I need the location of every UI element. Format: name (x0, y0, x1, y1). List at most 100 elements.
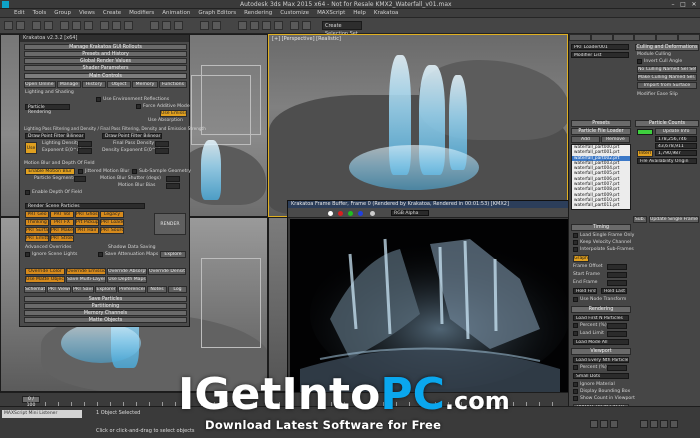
rollout-save-particles[interactable]: Save Particles (24, 296, 187, 302)
selection-set-dropdown[interactable]: Create Selection Set (322, 21, 362, 37)
zoom-icon[interactable] (640, 420, 648, 428)
display-mode-dropdown[interactable]: Small Dots (573, 373, 629, 379)
layer-icon[interactable] (238, 21, 247, 30)
menu-group[interactable]: Group (54, 10, 71, 16)
memory-tab[interactable]: Memory (132, 81, 158, 88)
maximize-icon[interactable]: □ (678, 1, 688, 8)
unlink-icon[interactable] (44, 21, 53, 30)
prt-pickup-button[interactable]: Prt Pickup (75, 219, 99, 226)
interpolate-frames-checkbox[interactable] (573, 247, 578, 252)
force-additive-checkbox[interactable] (136, 104, 141, 109)
file-list[interactable]: waterfall_part000.prt waterfall_part001.… (571, 144, 631, 210)
use-depth-maps-button[interactable]: Use Depth Maps (107, 276, 147, 283)
prt-loader-button[interactable]: PRT Loader (100, 219, 124, 226)
menu-krakatoa[interactable]: Krakatoa (374, 10, 399, 16)
menu-create[interactable]: Create (103, 10, 121, 16)
render-setup-icon[interactable] (290, 21, 299, 30)
explorer-tab[interactable]: Explorer (95, 286, 117, 293)
time-slider[interactable]: 0 / 100 (22, 396, 40, 408)
file-loader-rollout[interactable]: Particle File Loader (571, 128, 631, 135)
prt-geo-button[interactable]: PRT Geo (25, 211, 49, 218)
prt-ghost-button[interactable]: PRT Ghost (75, 211, 99, 218)
display-tab[interactable] (656, 34, 679, 41)
update-single-frame-button[interactable]: Update Single Frame (649, 216, 699, 223)
history-tab[interactable]: History (82, 81, 106, 88)
align-icon[interactable] (212, 21, 221, 30)
use-node-transform-checkbox[interactable] (573, 297, 578, 302)
maximize-viewport-icon[interactable] (670, 420, 678, 428)
motion-blur-bias-field[interactable] (166, 183, 180, 189)
select-by-name-icon[interactable] (72, 21, 81, 30)
rendering-rollout[interactable]: Rendering (571, 306, 631, 313)
attenuation-maps-checkbox[interactable] (98, 252, 103, 257)
motion-blur-shutter-field[interactable] (166, 176, 180, 182)
motion-tab[interactable] (634, 34, 657, 41)
sub-sample-geometry-checkbox[interactable] (132, 169, 137, 174)
prt-source-button[interactable]: PRT Source (100, 227, 124, 234)
rollout-presets-history[interactable]: Presets and History (24, 51, 187, 57)
list-item[interactable]: waterfall_part011.prt (572, 203, 630, 208)
manage-tab[interactable]: Manage (57, 81, 81, 88)
modifier-list-dropdown[interactable]: Modifier List (571, 52, 629, 58)
menu-rendering[interactable]: Rendering (244, 10, 272, 16)
ignore-scene-lights-checkbox[interactable] (25, 252, 30, 257)
prt-fx-button[interactable]: PRT FX (50, 219, 74, 226)
enable-motion-blur-button[interactable]: Enable Motion Blur (25, 168, 75, 175)
import-culling-button[interactable]: Import from Surface (637, 82, 697, 89)
render-button[interactable]: RENDER (154, 213, 186, 235)
rollout-matte-objects[interactable]: Matte Objects (24, 317, 187, 323)
render-icon[interactable] (302, 21, 311, 30)
pan-icon[interactable] (650, 420, 658, 428)
presets-rollout[interactable]: Presets (571, 120, 631, 127)
utilities-tab[interactable] (678, 34, 700, 41)
use-emission-button[interactable]: Use Emission (160, 110, 187, 117)
timing-rollout[interactable]: Timing (571, 224, 631, 231)
particle-counts-rollout[interactable]: Particle Counts (635, 120, 699, 127)
rollout-partitioning[interactable]: Partitioning (24, 303, 187, 309)
hold-first-dropdown[interactable]: Hold First (573, 288, 597, 294)
final-exponent-field[interactable] (155, 148, 169, 154)
log-tab[interactable]: Log (168, 286, 187, 293)
culling-rollout[interactable]: Culling and Deformations (635, 44, 699, 51)
lighting-filter-dropdown[interactable]: Draw Point Filter Bilinear (25, 133, 85, 139)
override-density-button[interactable]: Override Density (148, 268, 186, 275)
menu-edit[interactable]: Edit (14, 10, 25, 16)
open-online-help-button[interactable]: Open Online Help (24, 81, 56, 88)
load-limit-field[interactable] (607, 331, 627, 337)
snap-icon[interactable] (150, 21, 159, 30)
viewport-percent-checkbox[interactable] (573, 365, 578, 370)
rotate-icon[interactable] (112, 21, 121, 30)
prt-surface-button[interactable]: PRT Surface (25, 227, 49, 234)
orbit-icon[interactable] (660, 420, 668, 428)
legacy-button[interactable]: Legacy (100, 211, 124, 218)
menu-maxscript[interactable]: MAXScript (317, 10, 345, 16)
viewport-label[interactable]: [+] [Perspective] [Realistic] (272, 36, 341, 42)
curve-editor-icon[interactable] (250, 21, 259, 30)
prt-strokes-button[interactable]: PRT Strokes (50, 235, 74, 242)
percent-checkbox[interactable] (573, 323, 578, 328)
minimize-icon[interactable]: – (668, 1, 678, 8)
angle-snap-icon[interactable] (162, 21, 171, 30)
make-culling-button[interactable]: Make Culling Named Sel. Set (637, 74, 697, 81)
thinking-button[interactable]: Thinking (25, 219, 49, 226)
redo-icon[interactable] (16, 21, 25, 30)
preferences-tab[interactable]: Preferences (118, 286, 146, 293)
prt-vol-button[interactable]: PRT Vol (50, 211, 74, 218)
maxscript-listener[interactable]: MAXScript Mini Listener (2, 410, 82, 418)
override-emission-button[interactable]: Override Emission (66, 268, 106, 275)
remove-file-button[interactable]: Remove (601, 136, 630, 143)
percent-field[interactable] (607, 323, 627, 329)
create-tab[interactable] (569, 34, 591, 41)
update-info-button[interactable]: Update Info (655, 128, 697, 135)
prt-hair-button[interactable]: PRT Hair (75, 227, 99, 234)
undo-icon[interactable] (4, 21, 13, 30)
keep-velocity-checkbox[interactable] (573, 240, 578, 245)
display-bounding-checkbox[interactable] (573, 389, 578, 394)
mirror-icon[interactable] (200, 21, 209, 30)
object-tab[interactable]: Object (107, 81, 131, 88)
show-count-checkbox[interactable] (573, 396, 578, 401)
material-editor-icon[interactable] (274, 21, 283, 30)
subdivide-button[interactable]: Sub. (633, 216, 647, 223)
load-limit-checkbox[interactable] (573, 331, 578, 336)
start-frame-field[interactable] (607, 272, 627, 278)
